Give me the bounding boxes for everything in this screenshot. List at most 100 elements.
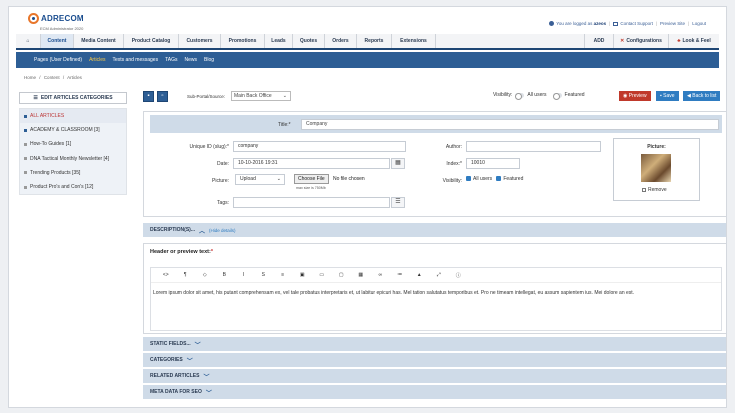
video-icon[interactable]: ▭ (312, 272, 332, 278)
category-newsletter[interactable]: DNA Tactical Monthly Newsletter [4] (20, 152, 126, 166)
breadcrumb-home[interactable]: Home (24, 75, 36, 80)
featured-checkbox[interactable] (496, 176, 502, 182)
palette-icon: ♣ (677, 38, 681, 44)
bold-icon[interactable]: B (215, 272, 235, 278)
tab-orders[interactable]: Orders (325, 34, 357, 48)
chevron-up-icon: ︿ (199, 228, 206, 235)
remove-picture[interactable]: Remove (642, 187, 667, 193)
subnav-tags[interactable]: TAGs (165, 57, 177, 63)
editor-body[interactable]: Lorem ipsum dolor sit amet, his putant c… (153, 289, 715, 298)
tab-reports[interactable]: Reports (357, 34, 392, 48)
top-bar: ADRECOM ECM Administrator 2020 You are l… (9, 7, 726, 34)
save-button[interactable]: ▪ Save (656, 91, 679, 101)
description-section-header[interactable]: DESCRIPTION(S)... ︿ (Hide details) (143, 223, 726, 237)
rich-text-editor[interactable]: <> ¶ ◇ B I S ≡ ▣ ▭ ▢ ▦ ∞ ≔ ▲ ⤢ ⓘ Lorem i… (150, 267, 722, 331)
subnav-articles[interactable]: Articles (89, 57, 105, 63)
strikethrough-icon[interactable]: S (254, 272, 274, 278)
form-visibility-options: All users Featured (466, 176, 523, 182)
tab-media-content[interactable]: Media Content (74, 34, 124, 48)
tab-customers[interactable]: Customers (179, 34, 221, 48)
category-label: How-To Guides [1] (30, 141, 72, 148)
tab-leads[interactable]: Leads (265, 34, 293, 48)
seo-metadata-section[interactable]: META DATA FOR SEO ﹀ (143, 385, 726, 399)
all-users-toggle[interactable] (515, 92, 525, 100)
date-input[interactable]: 10-10-2016 19:31 (233, 158, 390, 169)
tab-add[interactable]: ADD (585, 34, 614, 48)
brand-logo[interactable]: ADRECOM (28, 13, 84, 24)
tab-promotions[interactable]: Promotions (221, 34, 265, 48)
image-icon[interactable]: ▣ (293, 272, 313, 278)
nav-spacer (436, 34, 585, 48)
subnav-pages[interactable]: Pages (User Defined) (34, 57, 82, 63)
subnav-blog[interactable]: Blog (204, 57, 214, 63)
italic-icon[interactable]: I (234, 272, 254, 278)
main-nav: ⌂ Content Media Content Product Catalog … (16, 34, 719, 50)
logout-link[interactable]: Logout (692, 21, 706, 26)
related-articles-section[interactable]: RELATED ARTICLES ﹀ (143, 369, 726, 383)
list-icon[interactable]: ≡ (273, 272, 293, 278)
list-icon: ☰ (33, 95, 38, 101)
contact-support-link[interactable]: Contact Support (620, 21, 653, 26)
all-users-checkbox[interactable] (466, 176, 471, 182)
breadcrumb-content[interactable]: Content (44, 75, 60, 80)
tab-content[interactable]: Content (41, 34, 74, 48)
align-icon[interactable]: ≔ (390, 272, 410, 278)
static-fields-section[interactable]: STATIC FIELDS... ﹀ (143, 337, 726, 351)
choose-file-button[interactable]: Choose File (294, 174, 329, 184)
code-view-icon[interactable]: <> (156, 272, 176, 278)
calendar-icon[interactable]: ▦ (391, 158, 405, 169)
subnav-news[interactable]: News (185, 57, 198, 63)
text-color-icon[interactable]: ▲ (410, 272, 430, 278)
home-tab[interactable]: ⌂ (16, 34, 41, 48)
chevron-down-icon: ⌄ (282, 93, 287, 99)
category-academy[interactable]: ACADEMY & CLASSROOM [3] (20, 123, 126, 137)
category-trending[interactable]: Trending Products [35] (20, 166, 126, 180)
tab-configurations[interactable]: ✕ Configurations (614, 34, 669, 48)
table-icon[interactable]: ▦ (351, 272, 371, 278)
breadcrumb-sep: / (39, 75, 41, 80)
static-fields-title: STATIC FIELDS... (150, 341, 191, 347)
tags-input[interactable] (233, 197, 390, 208)
info-icon[interactable]: ⓘ (449, 272, 469, 279)
username[interactable]: azeos (594, 21, 607, 26)
preview-label: Preview (628, 93, 647, 99)
category-label: ACADEMY & CLASSROOM [3] (30, 127, 100, 134)
slug-input[interactable]: company (233, 141, 406, 152)
category-pros-cons[interactable]: Product Pro's and Con's [12] (20, 180, 126, 194)
tab-look-feel[interactable]: ♣ Look & Feel (669, 34, 719, 48)
tab-quotes[interactable]: Quotes (293, 34, 325, 48)
categories-section[interactable]: CATEGORIES ﹀ (143, 353, 726, 367)
picture-mode-select[interactable]: Upload ⌄ (235, 174, 285, 185)
save-icon-button[interactable]: ▪ (143, 91, 154, 102)
back-to-list-button[interactable]: ◀ Back to list (683, 91, 721, 101)
paragraph-icon[interactable]: ¶ (176, 272, 196, 278)
edit-categories-button[interactable]: ☰ EDIT ARTICLES CATEGORIES (19, 92, 127, 104)
preview-site-link[interactable]: Preview Site (660, 21, 685, 26)
preview-button[interactable]: ◉ Preview (619, 91, 651, 101)
category-label: Product Pro's and Con's [12] (30, 184, 94, 191)
tags-list-icon[interactable]: ☰ (391, 197, 405, 208)
author-input[interactable] (466, 141, 601, 152)
header-preview-text: Header or preview text: (150, 249, 211, 255)
hide-details-link[interactable]: (Hide details) (209, 228, 236, 233)
link-icon[interactable]: ∞ (371, 272, 391, 278)
featured-toggle[interactable] (552, 92, 562, 100)
title-input[interactable]: Company (301, 119, 719, 130)
format-icon[interactable]: ◇ (195, 272, 215, 278)
chevron-down-icon: ﹀ (186, 358, 193, 365)
breadcrumb-articles[interactable]: Articles (67, 75, 82, 80)
max-size-note: max size is 750Mb (296, 186, 326, 190)
subportal-select[interactable]: Main Back Office ⌄ (231, 91, 291, 101)
fullscreen-icon[interactable]: ⤢ (429, 272, 449, 278)
subnav-texts-messages[interactable]: Texts and messages (112, 57, 158, 63)
tab-product-catalog[interactable]: Product Catalog (124, 34, 179, 48)
file-icon[interactable]: ▢ (332, 272, 352, 278)
copy-icon-button[interactable]: ▫ (157, 91, 168, 102)
index-input[interactable]: 10010 (466, 158, 520, 169)
category-how-to[interactable]: How-To Guides [1] (20, 137, 126, 151)
remove-checkbox[interactable] (642, 187, 646, 192)
tab-extensions[interactable]: Extensions (392, 34, 436, 48)
category-all-articles[interactable]: ALL ARTICLES (20, 109, 126, 124)
tab-look-feel-label: Look & Feel (682, 38, 711, 44)
bullet-icon (24, 185, 27, 189)
